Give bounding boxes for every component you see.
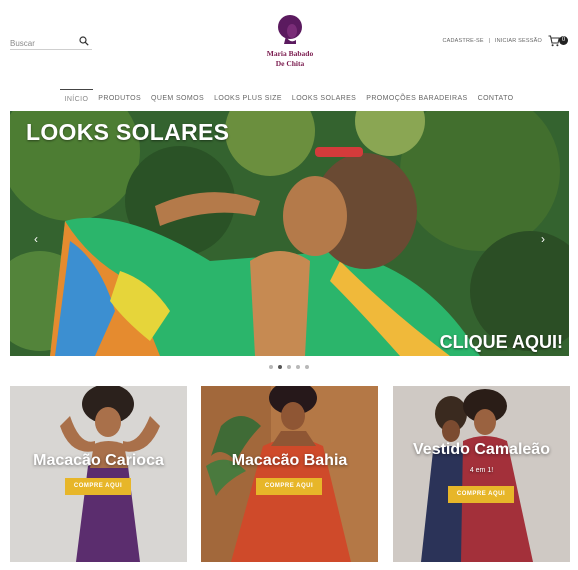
slider-dot[interactable] bbox=[305, 365, 309, 369]
hero-banner[interactable]: LOOKS SOLARES CLIQUE AQUI! ‹ › bbox=[10, 111, 569, 356]
slider-dot[interactable] bbox=[278, 365, 282, 369]
login-link[interactable]: INICIAR SESSÃO bbox=[495, 38, 542, 44]
product-photo bbox=[10, 386, 187, 562]
hero-photo bbox=[10, 111, 569, 356]
signup-link[interactable]: CADASTRE-SE bbox=[442, 38, 483, 44]
main-navigation: INÍCIO PRODUTOS QUEM SOMOS LOOKS PLUS SI… bbox=[0, 89, 578, 109]
hero-cta[interactable]: CLIQUE AQUI! bbox=[440, 332, 563, 353]
woman-silhouette-logo-icon bbox=[278, 15, 302, 44]
account-separator: | bbox=[488, 38, 491, 44]
brand-logo[interactable]: Maria Babado De Chita bbox=[262, 14, 318, 68]
nav-item-looks-plus-size[interactable]: LOOKS PLUS SIZE bbox=[209, 89, 287, 109]
slider-dot[interactable] bbox=[296, 365, 300, 369]
search-input[interactable] bbox=[10, 35, 74, 52]
buy-button[interactable]: COMPRE AQUI bbox=[256, 478, 322, 495]
product-photo bbox=[201, 386, 378, 562]
product-card-vestido-camaleao[interactable]: Vestido Camaleão 4 em 1! COMPRE AQUI bbox=[393, 386, 570, 562]
slider-dots bbox=[0, 365, 578, 369]
brand-name-line1: Maria Babado bbox=[266, 49, 314, 58]
product-card-macacao-bahia[interactable]: Macacão Bahia COMPRE AQUI bbox=[201, 386, 378, 562]
cart-button[interactable]: 0 bbox=[548, 34, 568, 48]
buy-button[interactable]: COMPRE AQUI bbox=[65, 478, 131, 495]
nav-item-contato[interactable]: CONTATO bbox=[473, 89, 519, 109]
account-links: CADASTRE-SE | INICIAR SESSÃO bbox=[442, 38, 542, 44]
product-title: Vestido Camaleão bbox=[413, 441, 550, 458]
product-title: Macacão Carioca bbox=[33, 452, 164, 469]
nav-item-looks-solares[interactable]: LOOKS SOLARES bbox=[287, 89, 361, 109]
nav-item-produtos[interactable]: PRODUTOS bbox=[93, 89, 146, 109]
nav-item-promocoes[interactable]: PROMOÇÕES BARADEIRAS bbox=[361, 89, 472, 109]
chevron-right-icon[interactable]: › bbox=[537, 233, 549, 245]
slider-dot[interactable] bbox=[269, 365, 273, 369]
product-subtitle: 4 em 1! bbox=[469, 467, 494, 474]
slider-dot[interactable] bbox=[287, 365, 291, 369]
hero-title: LOOKS SOLARES bbox=[26, 119, 230, 145]
search-icon[interactable] bbox=[79, 36, 89, 46]
buy-button[interactable]: COMPRE AQUI bbox=[448, 486, 514, 503]
nav-item-inicio[interactable]: INÍCIO bbox=[59, 89, 94, 109]
chevron-left-icon[interactable]: ‹ bbox=[30, 233, 42, 245]
brand-name-line2: De Chita bbox=[275, 59, 305, 68]
nav-item-quem-somos[interactable]: QUEM SOMOS bbox=[146, 89, 209, 109]
search-box[interactable] bbox=[10, 33, 92, 52]
product-title: Macacão Bahia bbox=[231, 452, 348, 469]
product-photo bbox=[393, 386, 570, 562]
product-card-macacao-carioca[interactable]: Macacão Carioca COMPRE AQUI bbox=[10, 386, 187, 562]
cart-count-badge: 0 bbox=[559, 36, 568, 45]
